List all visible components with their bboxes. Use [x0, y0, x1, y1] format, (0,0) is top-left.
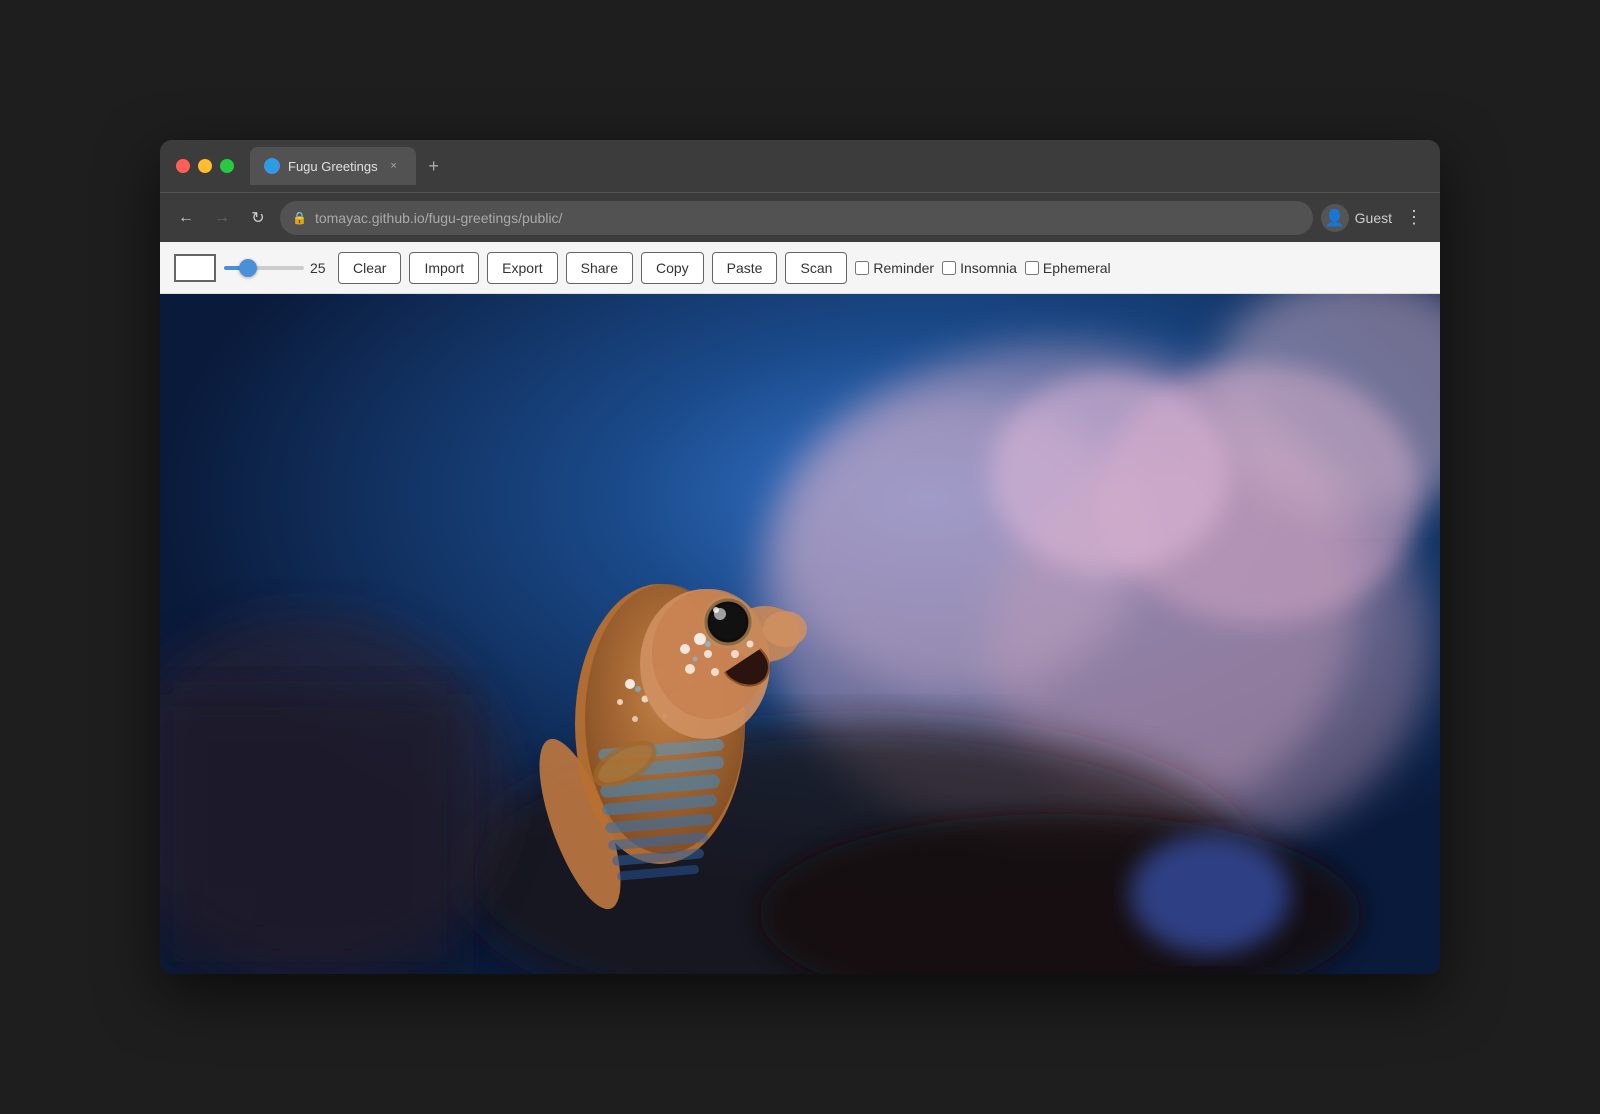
refresh-button[interactable]: ↻ [244, 204, 272, 232]
share-button[interactable]: Share [566, 252, 633, 284]
forward-button[interactable]: → [208, 204, 236, 232]
fish-scene [160, 294, 1440, 974]
color-swatch[interactable] [174, 254, 216, 282]
minimize-button[interactable] [198, 159, 212, 173]
ephemeral-label: Ephemeral [1043, 260, 1111, 276]
back-button[interactable]: ← [172, 204, 200, 232]
url-domain: tomayac.github.io [315, 210, 425, 226]
scan-button[interactable]: Scan [785, 252, 847, 284]
slider-value: 25 [310, 260, 330, 276]
insomnia-checkbox-label[interactable]: Insomnia [942, 260, 1017, 276]
title-bar: 🌐 Fugu Greetings × + [160, 140, 1440, 192]
ephemeral-checkbox-label[interactable]: Ephemeral [1025, 260, 1111, 276]
url-display: tomayac.github.io/fugu-greetings/public/ [315, 210, 1301, 226]
clear-button[interactable]: Clear [338, 252, 401, 284]
ephemeral-checkbox[interactable] [1025, 261, 1039, 275]
copy-button[interactable]: Copy [641, 252, 704, 284]
tab-bar: 🌐 Fugu Greetings × + [250, 147, 1424, 185]
tab-favicon: 🌐 [264, 158, 280, 174]
tab-title: Fugu Greetings [288, 159, 378, 174]
tab-close-button[interactable]: × [386, 158, 402, 174]
active-tab[interactable]: 🌐 Fugu Greetings × [250, 147, 416, 185]
size-slider[interactable] [224, 266, 304, 270]
insomnia-label: Insomnia [960, 260, 1017, 276]
content-area [160, 294, 1440, 974]
nav-bar: ← → ↻ 🔒 tomayac.github.io/fugu-greetings… [160, 192, 1440, 242]
profile-label: Guest [1355, 210, 1392, 226]
export-button[interactable]: Export [487, 252, 557, 284]
browser-window: 🌐 Fugu Greetings × + ← → ↻ 🔒 tomayac.git… [160, 140, 1440, 974]
new-tab-button[interactable]: + [420, 152, 448, 180]
reminder-checkbox[interactable] [855, 261, 869, 275]
maximize-button[interactable] [220, 159, 234, 173]
slider-container: 25 [224, 260, 330, 276]
profile-area[interactable]: 👤 Guest [1321, 204, 1392, 232]
insomnia-checkbox[interactable] [942, 261, 956, 275]
import-button[interactable]: Import [409, 252, 479, 284]
toolbar: 25 Clear Import Export Share Copy Paste … [160, 242, 1440, 294]
profile-icon: 👤 [1321, 204, 1349, 232]
browser-menu-button[interactable]: ⋮ [1400, 204, 1428, 232]
lock-icon: 🔒 [292, 211, 307, 225]
paste-button[interactable]: Paste [712, 252, 778, 284]
reminder-checkbox-label[interactable]: Reminder [855, 260, 934, 276]
url-path: /fugu-greetings/public/ [425, 210, 563, 226]
close-button[interactable] [176, 159, 190, 173]
address-bar[interactable]: 🔒 tomayac.github.io/fugu-greetings/publi… [280, 201, 1313, 235]
traffic-lights [176, 159, 234, 173]
reminder-label: Reminder [873, 260, 934, 276]
